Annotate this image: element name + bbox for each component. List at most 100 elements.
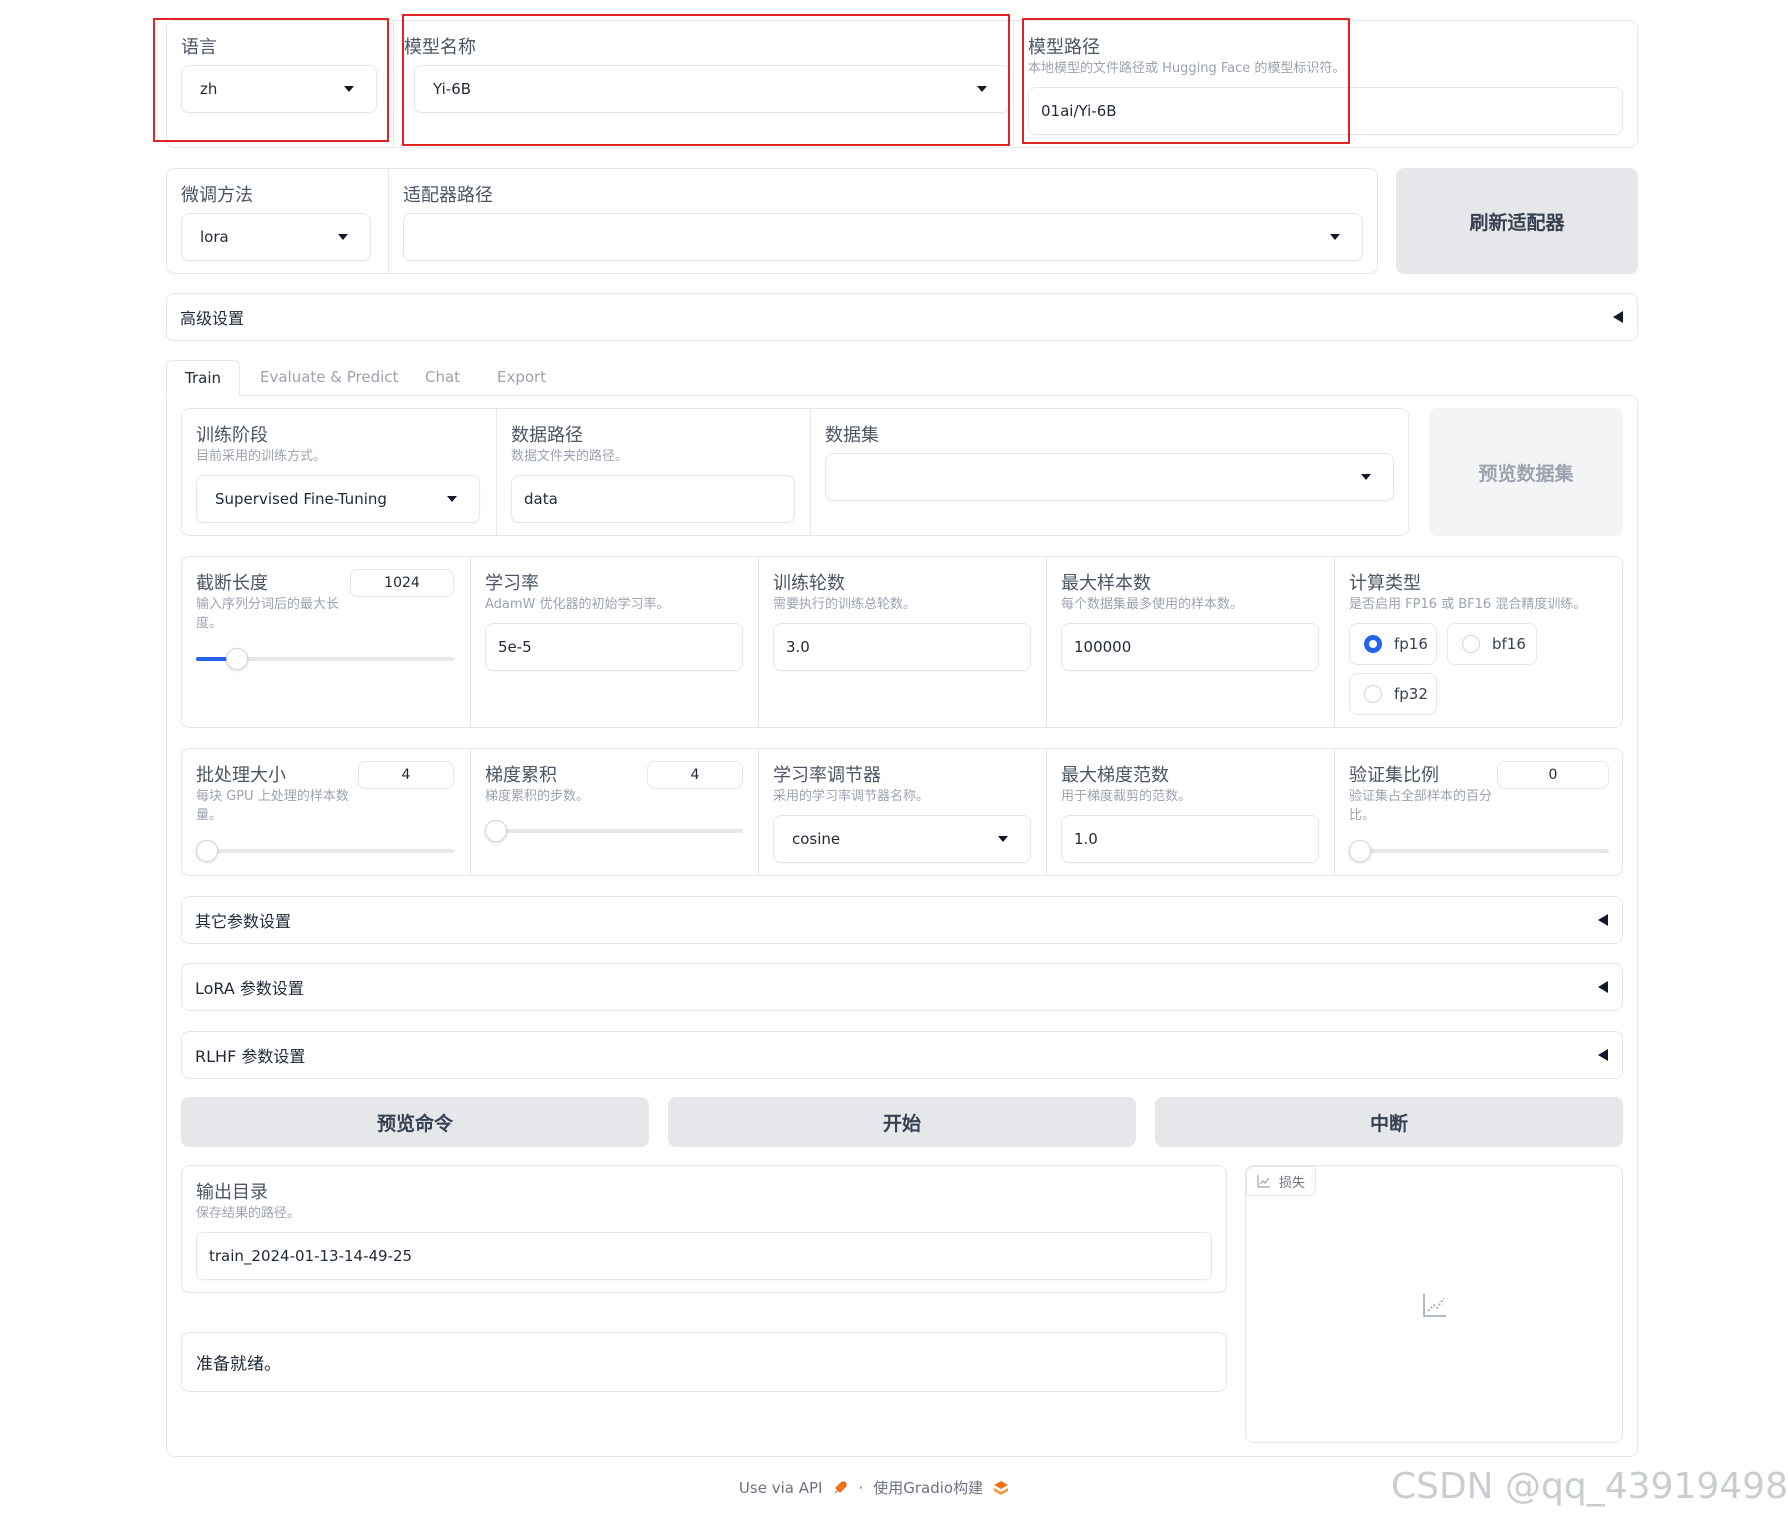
chevron-down-icon — [1330, 234, 1340, 240]
cutoff-len-slider[interactable] — [196, 648, 454, 670]
tab-chat[interactable]: Chat — [425, 368, 460, 386]
use-via-api-link[interactable]: Use via API — [739, 1479, 823, 1497]
collapse-arrow-icon — [1598, 914, 1608, 926]
val-size-number[interactable]: 0 — [1497, 761, 1609, 789]
other-params-accordion[interactable]: 其它参数设置 — [181, 896, 1623, 944]
hyperparam-row2-panel: 批处理大小 4 每块 GPU 上处理的样本数量。 梯度累积 4 梯度累积的步数。… — [181, 748, 1623, 876]
adapter-dropdown[interactable] — [403, 213, 1363, 261]
cutoff-len-label: 截断长度 — [196, 573, 268, 594]
stop-button[interactable]: 中断 — [1155, 1097, 1623, 1147]
batch-size-slider[interactable] — [196, 840, 454, 862]
cutoff-len-number[interactable]: 1024 — [350, 569, 454, 597]
built-with-gradio-link[interactable]: 使用Gradio构建 — [873, 1477, 983, 1498]
rlhf-params-label: RLHF 参数设置 — [195, 1047, 306, 1066]
footer-separator: · — [858, 1478, 864, 1497]
batch-size-number[interactable]: 4 — [358, 761, 454, 789]
learning-rate-value: 5e-5 — [498, 638, 532, 656]
dataset-dir-info: 数据文件夹的路径。 — [511, 449, 629, 464]
radio-fp16-dot — [1364, 635, 1382, 653]
advanced-settings-label: 高级设置 — [180, 309, 245, 328]
compute-type-cell: 计算类型 是否启用 FP16 或 BF16 混合精度训练。 fp16 bf16 … — [1334, 557, 1622, 727]
lr-scheduler-value: cosine — [792, 830, 841, 848]
max-grad-norm-value: 1.0 — [1074, 830, 1098, 848]
adapter-cell: 适配器路径 — [388, 169, 1377, 273]
batch-size-info: 每块 GPU 上处理的样本数量。 — [196, 789, 349, 823]
num-epochs-input[interactable]: 3.0 — [773, 623, 1031, 671]
radio-fp16-label: fp16 — [1394, 635, 1428, 653]
radio-fp32-label: fp32 — [1394, 685, 1428, 703]
dataset-row-panel: 训练阶段 目前采用的训练方式。 Supervised Fine-Tuning 数… — [181, 408, 1409, 536]
max-samples-cell: 最大样本数 每个数据集最多使用的样本数。 100000 — [1046, 557, 1334, 727]
learning-rate-label: 学习率 — [485, 573, 539, 594]
radio-bf16-dot — [1462, 635, 1480, 653]
dataset-cell: 数据集 — [810, 409, 1408, 535]
highlight-box-model-name — [402, 14, 1010, 146]
status-panel: 准备就绪。 — [181, 1332, 1227, 1392]
finetune-row-panel: 微调方法 lora 适配器路径 — [166, 168, 1378, 274]
max-samples-label: 最大样本数 — [1061, 573, 1151, 594]
train-tab-panel: 训练阶段 目前采用的训练方式。 Supervised Fine-Tuning 数… — [166, 395, 1638, 1457]
chevron-down-icon — [998, 836, 1008, 842]
num-epochs-value: 3.0 — [786, 638, 810, 656]
chevron-down-icon — [338, 234, 348, 240]
grad-accum-number[interactable]: 4 — [647, 761, 743, 789]
batch-size-label: 批处理大小 — [196, 765, 286, 786]
finetune-method-value: lora — [200, 228, 229, 246]
stage-cell: 训练阶段 目前采用的训练方式。 Supervised Fine-Tuning — [182, 409, 496, 535]
tab-evaluate[interactable]: Evaluate & Predict — [260, 368, 398, 386]
finetune-method-dropdown[interactable]: lora — [181, 213, 371, 261]
cutoff-len-slider-thumb[interactable] — [226, 648, 249, 670]
grad-accum-info: 梯度累积的步数。 — [485, 789, 590, 804]
loss-plot-panel: 损失 — [1245, 1165, 1623, 1443]
radio-fp32[interactable]: fp32 — [1349, 673, 1437, 715]
val-size-slider-thumb[interactable] — [1349, 840, 1371, 862]
advanced-settings-accordion[interactable]: 高级设置 — [166, 293, 1638, 341]
num-epochs-label: 训练轮数 — [773, 573, 845, 594]
rocket-icon — [835, 1480, 847, 1493]
compute-type-info: 是否启用 FP16 或 BF16 混合精度训练。 — [1349, 597, 1587, 612]
dataset-label: 数据集 — [825, 425, 879, 446]
lora-params-accordion[interactable]: LoRA 参数设置 — [181, 963, 1623, 1011]
radio-fp32-dot — [1364, 685, 1382, 703]
lr-scheduler-dropdown[interactable]: cosine — [773, 815, 1031, 863]
preview-command-button[interactable]: 预览命令 — [181, 1097, 649, 1147]
cutoff-len-cell: 截断长度 1024 输入序列分词后的最大长度。 — [182, 557, 470, 727]
grad-accum-cell: 梯度累积 4 梯度累积的步数。 — [470, 749, 758, 875]
output-dir-info: 保存结果的路径。 — [196, 1206, 301, 1221]
radio-fp16[interactable]: fp16 — [1349, 623, 1437, 665]
tab-train[interactable]: Train — [166, 360, 240, 396]
max-samples-input[interactable]: 100000 — [1061, 623, 1319, 671]
batch-size-slider-thumb[interactable] — [196, 840, 218, 862]
dataset-dropdown[interactable] — [825, 453, 1394, 501]
tab-export[interactable]: Export — [497, 368, 546, 386]
radio-bf16[interactable]: bf16 — [1447, 623, 1537, 665]
output-dir-panel: 输出目录 保存结果的路径。 train_2024-01-13-14-49-25 — [181, 1165, 1227, 1293]
chevron-down-icon — [447, 496, 457, 502]
start-button[interactable]: 开始 — [668, 1097, 1136, 1147]
finetune-method-cell: 微调方法 lora — [167, 169, 388, 273]
max-grad-norm-label: 最大梯度范数 — [1061, 765, 1169, 786]
output-dir-value: train_2024-01-13-14-49-25 — [209, 1247, 413, 1265]
learning-rate-input[interactable]: 5e-5 — [485, 623, 743, 671]
dataset-dir-input[interactable]: data — [511, 475, 795, 523]
hyperparam-row1-panel: 截断长度 1024 输入序列分词后的最大长度。 学习率 AdamW 优化器的初始… — [181, 556, 1623, 728]
max-grad-norm-input[interactable]: 1.0 — [1061, 815, 1319, 863]
watermark: CSDN @qq_43919498 — [1390, 1466, 1788, 1507]
stage-dropdown[interactable]: Supervised Fine-Tuning — [196, 475, 480, 523]
collapse-arrow-icon — [1598, 1049, 1608, 1061]
highlight-box-model-path — [1022, 18, 1350, 144]
other-params-label: 其它参数设置 — [195, 912, 292, 931]
loss-plot-label: 损失 — [1279, 1175, 1306, 1191]
output-dir-input[interactable]: train_2024-01-13-14-49-25 — [196, 1232, 1212, 1280]
finetune-method-label: 微调方法 — [181, 185, 253, 206]
max-samples-value: 100000 — [1074, 638, 1132, 656]
grad-accum-slider-thumb[interactable] — [485, 820, 507, 842]
grad-accum-slider[interactable] — [485, 820, 743, 842]
val-size-slider[interactable] — [1349, 840, 1609, 862]
lora-params-label: LoRA 参数设置 — [195, 979, 304, 998]
preview-dataset-button[interactable]: 预览数据集 — [1429, 408, 1623, 536]
refresh-adapter-button[interactable]: 刷新适配器 — [1396, 168, 1638, 274]
stage-label: 训练阶段 — [196, 425, 268, 446]
rlhf-params-accordion[interactable]: RLHF 参数设置 — [181, 1031, 1623, 1079]
batch-size-cell: 批处理大小 4 每块 GPU 上处理的样本数量。 — [182, 749, 470, 875]
